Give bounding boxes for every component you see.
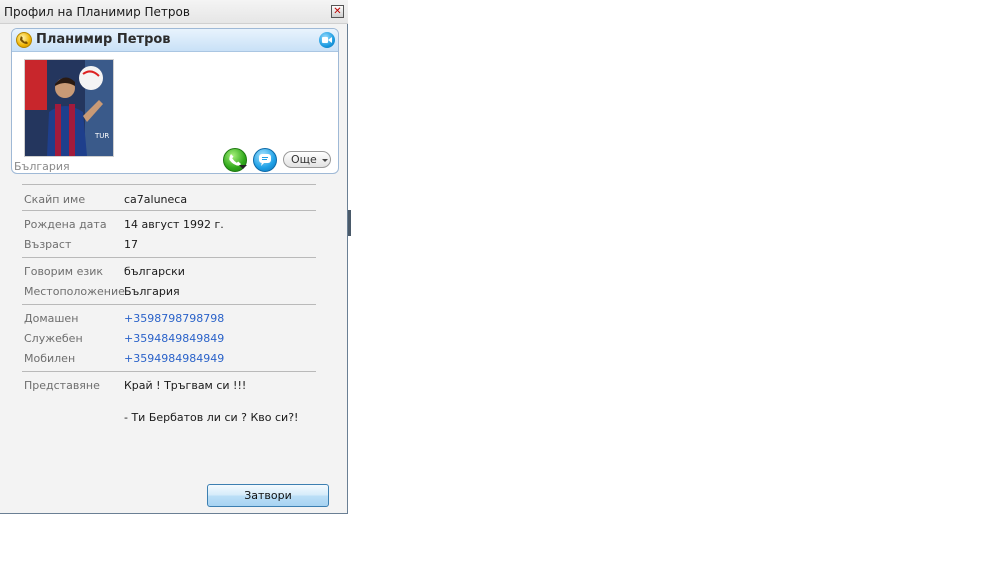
profile-window: Профил на Планимир Петров ✕ Планимир Пет… [0,0,348,514]
age-value: 17 [124,238,138,251]
office-phone-label: Служебен [24,332,83,345]
language-value: български [124,265,185,278]
skype-name-label: Скайп име [24,193,86,206]
call-dropdown-icon [239,165,247,169]
birth-date-value: 14 август 1992 г. [124,218,224,231]
chat-icon [259,154,271,166]
birth-date-label: Рождена дата [24,218,107,231]
chevron-down-icon [322,159,328,162]
contact-card: Планимир Петров TUR България Още [11,28,339,174]
title-bar: Профил на Планимир Петров ✕ [0,0,348,24]
intro-line-2: - Ти Бербатов ли си ? Кво си?! [124,411,299,424]
skype-name-value: ca7aluneca [124,193,188,206]
location-value: България [124,285,180,298]
call-button[interactable] [223,148,247,172]
window-title: Профил на Планимир Петров [4,5,190,19]
divider [22,371,316,372]
divider [22,257,316,258]
close-button[interactable]: Затвори [207,484,329,507]
avatar: TUR [24,59,114,157]
more-button[interactable]: Още [283,151,331,168]
office-phone-link[interactable]: +3594849849849 [124,332,224,345]
mobile-phone-link[interactable]: +3594984984949 [124,352,224,365]
card-header: Планимир Петров [12,29,338,52]
home-phone-label: Домашен [24,312,79,325]
language-label: Говорим език [24,265,103,278]
more-label: Още [291,153,317,166]
video-icon[interactable] [319,32,335,48]
divider [22,184,316,185]
divider [22,210,316,211]
phone-status-icon [16,32,32,48]
chat-button[interactable] [253,148,277,172]
desktop-edge [348,210,351,236]
window-close-icon[interactable]: ✕ [331,5,344,18]
age-label: Възраст [24,238,72,251]
svg-text:TUR: TUR [94,132,109,140]
intro-label: Представяне [24,379,100,392]
divider [22,304,316,305]
mobile-phone-label: Мобилен [24,352,76,365]
home-phone-link[interactable]: +3598798798798 [124,312,224,325]
contact-name: Планимир Петров [36,32,171,47]
location-label: Местоположение [24,285,125,298]
intro-line-1: Край ! Тръгвам си !!! [124,379,247,392]
card-country: България [14,160,70,173]
